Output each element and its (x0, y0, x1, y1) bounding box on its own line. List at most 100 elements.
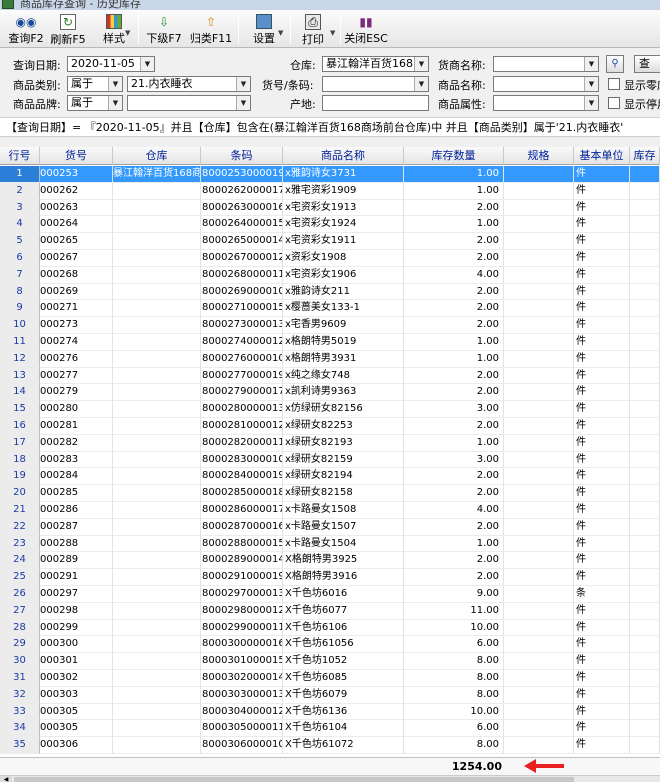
cell-item[interactable]: 000297 (40, 586, 113, 603)
table-row[interactable]: 1 000253 暴江翰洋百货168商 8000253000019 x雅韵诗女3731 1… (0, 166, 660, 183)
cell-spec[interactable] (504, 619, 574, 637)
cell-item[interactable]: 000264 (40, 216, 113, 234)
cell-no[interactable]: 16 (0, 418, 40, 435)
cell-name[interactable]: X千色坊6106 (283, 619, 404, 637)
scroll-left-icon[interactable]: ◀ (0, 776, 12, 782)
chevron-down-icon[interactable]: ▼ (584, 77, 598, 91)
cell-qty[interactable]: 8.00 (404, 686, 504, 704)
cell-name[interactable]: x卡路曼女1507 (283, 518, 404, 536)
table-row[interactable]: 9 000271 8000271000015 x樱蔷美女133-1 2.00 件 (0, 300, 660, 318)
cell-warehouse[interactable] (113, 720, 201, 738)
header-unit[interactable]: 基本单位 (574, 147, 630, 165)
cell-warehouse[interactable] (113, 586, 201, 603)
cell-extra[interactable] (630, 182, 660, 200)
cell-item[interactable]: 000268 (40, 266, 113, 284)
cell-unit[interactable]: 件 (574, 250, 630, 267)
cell-unit[interactable]: 件 (574, 619, 630, 637)
cell-no[interactable]: 26 (0, 586, 40, 603)
table-row[interactable]: 20 000285 8000285000018 x绿研女82158 2.00 件 (0, 485, 660, 502)
cell-item[interactable]: 000263 (40, 199, 113, 217)
cell-warehouse[interactable] (113, 350, 201, 368)
cell-name[interactable]: x绿研女82158 (283, 485, 404, 502)
supplier-select[interactable]: ▼ (493, 56, 599, 72)
cell-item[interactable]: 000281 (40, 418, 113, 435)
cell-spec[interactable] (504, 250, 574, 267)
cell-warehouse[interactable]: 暴江翰洋百货168商 (113, 166, 201, 183)
cell-no[interactable]: 12 (0, 350, 40, 368)
cell-item[interactable]: 000282 (40, 434, 113, 452)
cell-name[interactable]: x绿研女82194 (283, 468, 404, 486)
cell-no[interactable]: 34 (0, 720, 40, 738)
chevron-down-icon[interactable]: ▼ (236, 77, 250, 91)
cell-name[interactable]: X千色坊6016 (283, 586, 404, 603)
table-row[interactable]: 30 000301 8000301000015 X千色坊1052 8.00 件 (0, 653, 660, 670)
cell-barcode[interactable]: 8000264000015 (201, 216, 283, 234)
cell-unit[interactable]: 件 (574, 367, 630, 385)
cell-name[interactable]: x宅资彩女1911 (283, 233, 404, 250)
cell-spec[interactable] (504, 485, 574, 502)
cell-warehouse[interactable] (113, 266, 201, 284)
cell-spec[interactable] (504, 317, 574, 334)
cell-unit[interactable]: 件 (574, 199, 630, 217)
cell-warehouse[interactable] (113, 518, 201, 536)
origin-input[interactable] (322, 95, 429, 111)
cell-qty[interactable]: 2.00 (404, 300, 504, 318)
cell-item[interactable]: 000289 (40, 552, 113, 570)
cell-warehouse[interactable] (113, 401, 201, 418)
attribute-select[interactable]: ▼ (493, 95, 599, 111)
cell-barcode[interactable]: 8000286000017 (201, 502, 283, 519)
cell-warehouse[interactable] (113, 485, 201, 502)
cell-extra[interactable] (630, 502, 660, 519)
cell-qty[interactable]: 1.00 (404, 535, 504, 553)
cell-no[interactable]: 19 (0, 468, 40, 486)
cell-barcode[interactable]: 8000288000015 (201, 535, 283, 553)
cell-item[interactable]: 000301 (40, 653, 113, 670)
close-button[interactable]: ▮▮ 关闭ESC (344, 12, 388, 46)
cell-no[interactable]: 23 (0, 535, 40, 553)
cell-spec[interactable] (504, 233, 574, 250)
cell-qty[interactable]: 2.00 (404, 250, 504, 267)
cell-spec[interactable] (504, 350, 574, 368)
cell-qty[interactable]: 3.00 (404, 451, 504, 469)
cell-name[interactable]: x仿绿研女82156 (283, 401, 404, 418)
cell-item[interactable]: 000299 (40, 619, 113, 637)
table-row[interactable]: 3 000263 8000263000016 x宅资彩女1913 2.00 件 (0, 199, 660, 217)
table-row[interactable]: 2 000262 8000262000017 x雅宅资彩1909 1.00 件 (0, 182, 660, 200)
cell-barcode[interactable]: 8000276000010 (201, 350, 283, 368)
cell-spec[interactable] (504, 703, 574, 721)
cell-qty[interactable]: 1.00 (404, 166, 504, 183)
cell-qty[interactable]: 3.00 (404, 401, 504, 418)
cell-qty[interactable]: 11.00 (404, 602, 504, 620)
table-row[interactable]: 8 000269 8000269000010 x雅韵诗女211 2.00 件 (0, 283, 660, 301)
cell-barcode[interactable]: 8000287000016 (201, 518, 283, 536)
cell-spec[interactable] (504, 182, 574, 200)
cell-no[interactable]: 1 (0, 166, 40, 183)
cell-item[interactable]: 000305 (40, 703, 113, 721)
cell-extra[interactable] (630, 636, 660, 654)
cell-qty[interactable]: 2.00 (404, 485, 504, 502)
cell-no[interactable]: 11 (0, 334, 40, 351)
show-stopped-checkbox[interactable] (608, 97, 620, 109)
cell-extra[interactable] (630, 250, 660, 267)
chevron-down-icon[interactable]: ▼ (584, 96, 598, 110)
cell-spec[interactable] (504, 535, 574, 553)
cell-barcode[interactable]: 8000297000013 (201, 586, 283, 603)
brand-value-select[interactable]: ▼ (127, 95, 251, 111)
table-row[interactable]: 6 000267 8000267000012 x资彩女1908 2.00 件 (0, 250, 660, 267)
cell-no[interactable]: 30 (0, 653, 40, 670)
cell-extra[interactable] (630, 451, 660, 469)
cell-warehouse[interactable] (113, 569, 201, 586)
cell-spec[interactable] (504, 518, 574, 536)
cell-unit[interactable]: 件 (574, 317, 630, 334)
cell-warehouse[interactable] (113, 502, 201, 519)
cell-no[interactable]: 31 (0, 670, 40, 687)
cell-item[interactable]: 000279 (40, 384, 113, 402)
cell-warehouse[interactable] (113, 602, 201, 620)
table-row[interactable]: 5 000265 8000265000014 x宅资彩女1911 2.00 件 (0, 233, 660, 250)
cell-unit[interactable]: 件 (574, 283, 630, 301)
cell-qty[interactable]: 10.00 (404, 619, 504, 637)
cell-extra[interactable] (630, 300, 660, 318)
cell-spec[interactable] (504, 586, 574, 603)
cell-item[interactable]: 000291 (40, 569, 113, 586)
cell-unit[interactable]: 件 (574, 350, 630, 368)
